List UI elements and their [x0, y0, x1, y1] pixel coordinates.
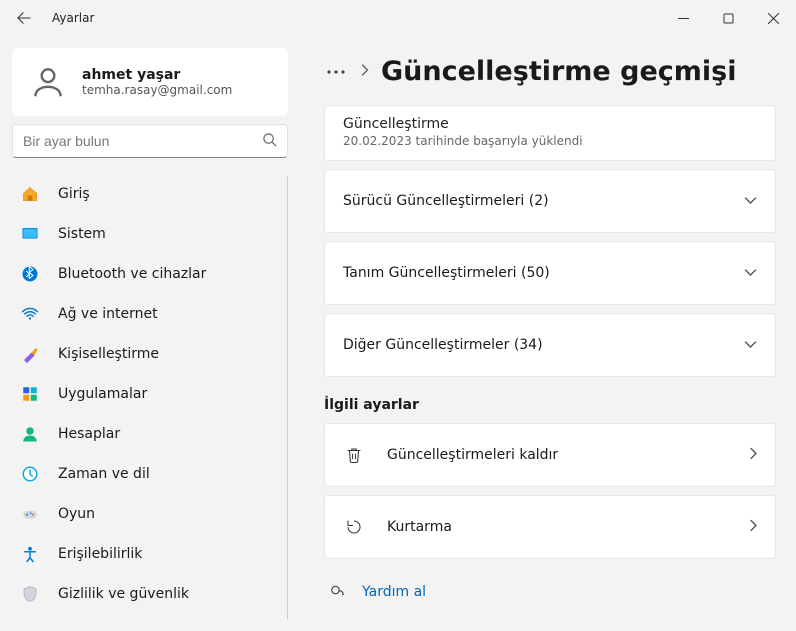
personalize-icon [20, 344, 40, 364]
bluetooth-icon [20, 264, 40, 284]
chevron-down-icon [744, 265, 757, 281]
titlebar-title: Ayarlar [52, 11, 94, 25]
trash-icon [343, 446, 365, 464]
close-icon [768, 13, 779, 24]
minimize-button[interactable] [661, 0, 706, 36]
profile-name: ahmet yaşar [82, 67, 232, 83]
nav-item-home[interactable]: Giriş [12, 176, 283, 212]
page-title: Güncelleştirme geçmişi [381, 56, 737, 87]
search-box[interactable] [12, 124, 288, 158]
update-info-card[interactable]: Güncelleştirme 20.02.2023 tarihinde başa… [324, 105, 776, 161]
back-button[interactable] [8, 2, 40, 34]
breadcrumb-chevron-icon [360, 64, 369, 80]
search-icon [262, 132, 277, 151]
related-settings-heading: İlgili ayarlar [324, 397, 776, 413]
nav-label: Hesaplar [58, 426, 120, 442]
accordion-label: Tanım Güncelleştirmeleri (50) [343, 265, 550, 281]
profile-card[interactable]: ahmet yaşar temha.rasay@gmail.com [12, 48, 288, 116]
help-icon [328, 581, 346, 603]
accordion-other-updates[interactable]: Diğer Güncelleştirmeler (34) [324, 313, 776, 377]
link-uninstall-updates[interactable]: Güncelleştirmeleri kaldır [324, 423, 776, 487]
nav-label: Uygulamalar [58, 386, 147, 402]
help-label: Yardım al [362, 584, 426, 600]
sidebar: ahmet yaşar temha.rasay@gmail.com Giriş … [0, 36, 300, 631]
nav-label: Zaman ve dil [58, 466, 150, 482]
accordion-label: Diğer Güncelleştirmeler (34) [343, 337, 543, 353]
nav-label: Ağ ve internet [58, 306, 158, 322]
update-info-title: Güncelleştirme [343, 116, 757, 132]
update-info-subtitle: 20.02.2023 tarihinde başarıyla yüklendi [343, 134, 757, 148]
system-icon [20, 224, 40, 244]
recovery-icon [343, 518, 365, 536]
search-input[interactable] [23, 133, 262, 149]
nav-label: Giriş [58, 186, 90, 202]
nav-item-network[interactable]: Ağ ve internet [12, 296, 283, 332]
nav-item-bluetooth[interactable]: Bluetooth ve cihazlar [12, 256, 283, 292]
main-content: Güncelleştirme geçmişi Güncelleştirme 20… [300, 36, 796, 631]
ellipsis-icon [327, 70, 345, 74]
nav-label: Kişiselleştirme [58, 346, 159, 362]
nav-item-personalization[interactable]: Kişiselleştirme [12, 336, 283, 372]
back-arrow-icon [17, 11, 31, 25]
person-icon [29, 63, 67, 101]
nav-label: Gizlilik ve güvenlik [58, 586, 189, 602]
chevron-down-icon [744, 193, 757, 209]
profile-email: temha.rasay@gmail.com [82, 83, 232, 97]
avatar [28, 62, 68, 102]
time-icon [20, 464, 40, 484]
nav-item-accounts[interactable]: Hesaplar [12, 416, 283, 452]
nav-label: Erişilebilirlik [58, 546, 142, 562]
link-recovery[interactable]: Kurtarma [324, 495, 776, 559]
apps-icon [20, 384, 40, 404]
nav-list: Giriş Sistem Bluetooth ve cihazlar Ağ ve… [12, 176, 288, 619]
home-icon [20, 184, 40, 204]
accessibility-icon [20, 544, 40, 564]
nav-item-gaming[interactable]: Oyun [12, 496, 283, 532]
minimize-icon [678, 13, 689, 24]
accordion-label: Sürücü Güncelleştirmeleri (2) [343, 193, 549, 209]
nav-item-apps[interactable]: Uygulamalar [12, 376, 283, 412]
maximize-icon [723, 13, 734, 24]
breadcrumb-overflow-button[interactable] [324, 60, 348, 84]
wifi-icon [20, 304, 40, 324]
accordion-driver-updates[interactable]: Sürücü Güncelleştirmeleri (2) [324, 169, 776, 233]
chevron-right-icon [749, 519, 757, 536]
nav-item-accessibility[interactable]: Erişilebilirlik [12, 536, 283, 572]
link-label: Güncelleştirmeleri kaldır [387, 447, 727, 463]
link-label: Kurtarma [387, 519, 727, 535]
privacy-icon [20, 584, 40, 604]
accordion-definition-updates[interactable]: Tanım Güncelleştirmeleri (50) [324, 241, 776, 305]
maximize-button[interactable] [706, 0, 751, 36]
nav-item-system[interactable]: Sistem [12, 216, 283, 252]
chevron-down-icon [744, 337, 757, 353]
chevron-right-icon [749, 447, 757, 464]
help-link[interactable]: Yardım al [324, 581, 776, 611]
gaming-icon [20, 504, 40, 524]
nav-label: Sistem [58, 226, 106, 242]
close-button[interactable] [751, 0, 796, 36]
nav-item-time[interactable]: Zaman ve dil [12, 456, 283, 492]
nav-item-privacy[interactable]: Gizlilik ve güvenlik [12, 576, 283, 612]
accounts-icon [20, 424, 40, 444]
nav-label: Oyun [58, 506, 95, 522]
nav-label: Bluetooth ve cihazlar [58, 266, 206, 282]
